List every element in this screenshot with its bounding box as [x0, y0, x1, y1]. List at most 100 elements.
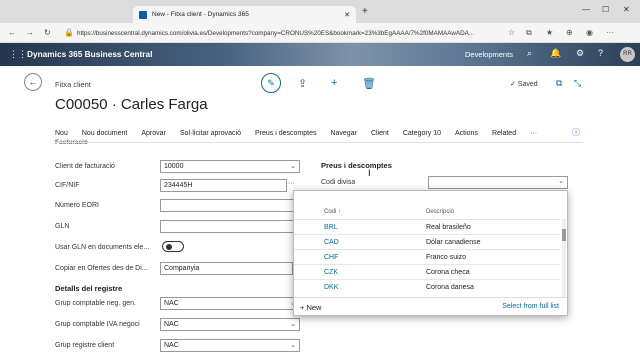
codi-divisa-field[interactable]: ⌄ [428, 176, 568, 189]
add-icon[interactable]: + [331, 77, 337, 89]
url-field[interactable]: https://businesscentral.dynamics.com/oli… [77, 27, 497, 40]
new-button[interactable]: + New [300, 303, 321, 312]
gln-field[interactable] [160, 220, 300, 233]
app-name: Dynamics 365 Business Central [27, 49, 153, 59]
lookup-row[interactable]: BRL Real brasileño [294, 219, 560, 234]
grup-neg-field[interactable]: NAC⌄ [160, 297, 300, 310]
settings-more-icon[interactable]: ··· [606, 28, 614, 37]
cif-nif-field[interactable]: 234445H [160, 179, 287, 192]
action-navegar[interactable]: Navegar [330, 130, 356, 137]
lookup-row[interactable]: CHF Franco suizo [294, 249, 560, 264]
mouse-cursor-icon: I [368, 168, 371, 178]
collections-icon[interactable]: ⧉ [526, 28, 532, 38]
currency-code[interactable]: CHF [324, 254, 338, 261]
customer-card-page: ← Fitxa client C00050 · Carles Farga ✎ ⇪… [0, 66, 640, 360]
lookup-row[interactable]: CAD Dólar canadiense [294, 234, 560, 249]
share-icon[interactable]: ⇪ [298, 77, 307, 90]
grup-iva-value: NAC [164, 321, 179, 328]
action-bar: Nou Nou document Aprovar Sol·licitar apr… [55, 125, 595, 141]
gln-label: GLN [55, 223, 70, 230]
saved-label: Saved [517, 81, 538, 88]
action-preus-descomptes[interactable]: Preus i descomptes [255, 130, 316, 137]
company-name[interactable]: Developments [465, 50, 513, 59]
action-client[interactable]: Client [371, 130, 389, 137]
avatar[interactable]: RR [620, 47, 635, 62]
address-bar: ← → ↻ 🔒 https://businesscentral.dynamics… [0, 23, 640, 43]
cif-nif-value: 234445H [164, 182, 193, 189]
numero-eori-label: Número EORI [55, 202, 99, 209]
refresh-icon[interactable]: ↻ [44, 28, 51, 37]
collapse-icon[interactable]: ⤡ [574, 78, 581, 89]
action-sollicitar-aprovacio[interactable]: Sol·licitar aprovació [180, 130, 241, 137]
edit-button[interactable]: ✎ [261, 73, 281, 93]
maximize-icon[interactable]: ☐ [602, 5, 609, 14]
favorite-icon[interactable]: ☆ [508, 28, 515, 37]
currency-description: Franco suizo [426, 254, 467, 261]
close-tab-icon[interactable]: ✕ [344, 11, 350, 19]
chevron-down-icon[interactable]: ⌄ [558, 177, 564, 185]
grup-neg-label: Grup comptable neg. gen. [55, 300, 136, 307]
saved-status: ✓ Saved [510, 81, 538, 88]
grup-registre-label: Grup registre client [55, 342, 115, 349]
page-title: C00050 · Carles Farga [55, 96, 208, 113]
lookup-row[interactable]: DKK Corona danesa [294, 279, 560, 294]
scrollbar-thumb[interactable] [562, 229, 566, 241]
column-header-description[interactable]: Descripció [426, 209, 454, 215]
cif-nif-label: CIF/NIF [55, 182, 80, 189]
currency-code[interactable]: DKK [324, 284, 338, 291]
action-actions[interactable]: Actions [455, 130, 478, 137]
assist-edit-button[interactable]: ··· [288, 180, 295, 187]
lookup-row[interactable]: CZK Corona checa [294, 264, 560, 279]
tab-title: New - Fitxa client - Dynamics 365 [152, 11, 249, 18]
currency-code[interactable]: CZK [324, 269, 338, 276]
info-icon[interactable]: ⓘ [572, 127, 580, 138]
back-icon[interactable]: ← [8, 28, 16, 37]
chevron-down-icon[interactable]: ⌄ [290, 319, 296, 330]
delete-icon[interactable]: 🗑 [362, 77, 376, 90]
select-full-list-link[interactable]: Select from full list [502, 303, 559, 310]
profile-icon[interactable]: ◉ [586, 28, 593, 37]
chevron-down-icon[interactable]: ⌄ [290, 340, 296, 351]
lookup-scrollbar[interactable] [562, 219, 566, 297]
extensions-icon[interactable]: ⊕ [566, 28, 573, 37]
close-window-icon[interactable]: ✕ [623, 5, 630, 14]
grup-iva-field[interactable]: NAC ⌄ [160, 318, 300, 331]
back-button[interactable]: ← [24, 73, 42, 91]
copiar-ofertes-field[interactable]: Companyia [160, 262, 293, 275]
action-more[interactable]: ··· [530, 130, 537, 137]
currency-code[interactable]: CAD [324, 239, 339, 246]
lock-icon: 🔒 [64, 28, 74, 37]
column-header-code[interactable]: Codi ↑ [324, 209, 341, 215]
grup-iva-label: Grup comptable IVA negoci [55, 321, 140, 328]
copiar-ofertes-value: Companyia [164, 265, 200, 272]
action-category-10[interactable]: Category 10 [403, 130, 441, 137]
app-launcher-icon[interactable]: ⋮⋮ [9, 49, 27, 60]
grup-registre-field[interactable]: NAC ⌄ [160, 339, 300, 352]
action-related[interactable]: Related [492, 130, 516, 137]
grup-registre-value: NAC [164, 342, 179, 349]
forward-icon[interactable]: → [26, 28, 34, 37]
help-icon[interactable]: ? [598, 48, 603, 58]
favorites-bar-icon[interactable]: ★ [546, 28, 553, 37]
chevron-down-icon[interactable]: ⌄ [290, 161, 296, 172]
page-caption: Fitxa client [55, 80, 91, 89]
action-nou-document[interactable]: Nou document [82, 130, 128, 137]
currency-lookup-dropdown: Codi ↑ Descripció BRL Real brasileño CAD… [293, 190, 568, 316]
currency-description: Real brasileño [426, 224, 471, 231]
notification-icon[interactable]: 🔔 [550, 48, 561, 59]
usar-gln-toggle[interactable] [162, 241, 184, 252]
minimize-icon[interactable]: — [582, 5, 590, 14]
open-new-window-icon[interactable]: ⧉ [556, 78, 562, 89]
divider [55, 142, 583, 143]
gear-icon[interactable]: ⚙ [576, 48, 584, 59]
toggle-knob [166, 244, 172, 250]
action-aprovar[interactable]: Aprovar [141, 130, 166, 137]
browser-tab[interactable]: New - Fitxa client - Dynamics 365 ✕ [133, 6, 356, 23]
new-tab-button[interactable]: + [362, 6, 368, 17]
numero-eori-field[interactable] [160, 199, 300, 212]
client-facturacio-field[interactable]: 10000 ⌄ [160, 160, 300, 173]
action-nou[interactable]: Nou [55, 130, 68, 137]
app-header: ⋮⋮ Dynamics 365 Business Central Develop… [0, 43, 640, 66]
currency-code[interactable]: BRL [324, 224, 338, 231]
search-icon[interactable]: ⌕ [527, 48, 532, 59]
